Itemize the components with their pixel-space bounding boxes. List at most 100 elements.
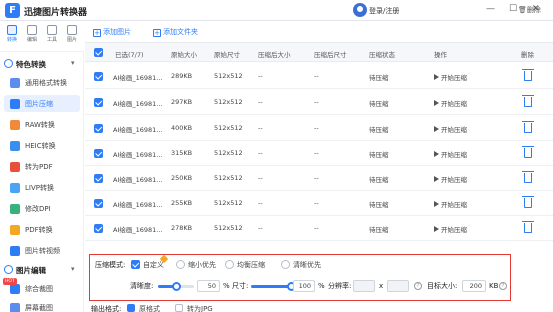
user-avatar-icon[interactable]: [353, 3, 367, 17]
row-checkbox[interactable]: [94, 124, 103, 133]
mode-balanced-radio[interactable]: [225, 260, 234, 269]
start-compress-button[interactable]: 开始压缩: [434, 72, 467, 82]
orig-dims: 512x512: [214, 149, 243, 157]
trash-icon[interactable]: [522, 69, 534, 81]
mode-clarity-label[interactable]: 清晰优先: [293, 260, 321, 270]
table-row[interactable]: AI绘画_16981... 297KB 512x512 -- -- 待压缩 开始压缩: [85, 90, 553, 115]
col-comp-size: 压缩后大小: [258, 51, 291, 59]
tab-image-label: 图片: [66, 37, 77, 43]
mode-smaller-radio[interactable]: [176, 260, 185, 269]
row-checkbox[interactable]: [94, 174, 103, 183]
row-checkbox[interactable]: [94, 199, 103, 208]
sidebar-item-screenshot[interactable]: 屏幕截图: [4, 299, 80, 312]
maximize-icon[interactable]: ☐: [509, 4, 517, 14]
sidebar-item-label: 图片压缩: [25, 100, 53, 108]
file-name: AI绘画_16981...: [113, 100, 163, 108]
output-original-radio[interactable]: [127, 304, 135, 312]
output-original-label[interactable]: 原格式: [139, 304, 160, 312]
status-text: 待压缩: [369, 226, 389, 234]
table-row[interactable]: AI绘画_16981... 400KB 512x512 -- -- 待压缩 开始压缩: [85, 116, 553, 141]
table-row[interactable]: AI绘画_16981... 250KB 512x512 -- -- 待压缩 开始压缩: [85, 166, 553, 191]
status-text: 待压缩: [369, 74, 389, 82]
start-compress-button[interactable]: 开始压缩: [434, 199, 467, 209]
start-compress-button[interactable]: 开始压缩: [434, 174, 467, 184]
section-image-edit[interactable]: 图片编辑 ▾: [4, 265, 75, 276]
mode-smaller-label[interactable]: 缩小优先: [188, 260, 216, 270]
start-compress-button[interactable]: 开始压缩: [434, 149, 467, 159]
row-checkbox[interactable]: [94, 224, 103, 233]
tools-icon: [47, 25, 57, 35]
table-row[interactable]: AI绘画_16981... 289KB 512x512 -- -- 待压缩 开始压缩: [85, 64, 553, 89]
title-bar: F 迅捷图片转换器 登录/注册 — ☐ ✕: [0, 0, 553, 21]
trash-icon[interactable]: [522, 221, 534, 233]
play-icon: [434, 126, 439, 132]
delete-all-button[interactable]: 🗑删除: [518, 5, 541, 15]
output-jpg-radio[interactable]: [175, 304, 183, 312]
file-name: AI绘画_16981...: [113, 176, 163, 184]
start-compress-label: 开始压缩: [441, 151, 467, 159]
sidebar-item-to-pdf[interactable]: 转为PDF: [4, 158, 80, 175]
login-link[interactable]: 登录/注册: [369, 6, 399, 16]
comp-dims: --: [314, 98, 319, 106]
output-jpg-label[interactable]: 转为JPG: [187, 304, 213, 312]
trash-icon[interactable]: [522, 146, 534, 158]
mode-custom-radio[interactable]: [131, 260, 140, 269]
clarity-input[interactable]: 50: [197, 280, 220, 292]
start-compress-button[interactable]: 开始压缩: [434, 224, 467, 234]
start-compress-button[interactable]: 开始压缩: [434, 124, 467, 134]
start-compress-button[interactable]: 开始压缩: [434, 98, 467, 108]
row-checkbox[interactable]: [94, 72, 103, 81]
tab-image[interactable]: 图片: [63, 25, 81, 43]
mode-clarity-radio[interactable]: [281, 260, 290, 269]
sidebar-item-heic[interactable]: HEIC转换: [4, 137, 80, 154]
resolution-help-icon[interactable]: ?: [414, 282, 422, 290]
delete-all-label: 删除: [526, 6, 541, 14]
sidebar-item-label: HEIC转换: [25, 142, 56, 150]
size-slider[interactable]: [251, 282, 296, 291]
trash-icon[interactable]: [522, 121, 534, 133]
sidebar-item-image-compress[interactable]: 图片压缩: [4, 95, 80, 112]
trash-icon[interactable]: [522, 196, 534, 208]
sidebar-item-dpi[interactable]: 修改DPI: [4, 200, 80, 217]
screenshot-icon: [10, 303, 20, 312]
section-special-convert[interactable]: 特色转换 ▾: [4, 59, 75, 70]
sidebar-item-raw[interactable]: RAW转换: [4, 116, 80, 133]
resolution-width-input[interactable]: [353, 280, 375, 292]
orig-size: 400KB: [171, 124, 193, 132]
app-title: 迅捷图片转换器: [24, 8, 88, 18]
add-folder-button[interactable]: + 添加文件夹: [153, 27, 198, 37]
minimize-icon[interactable]: —: [486, 4, 495, 14]
row-checkbox[interactable]: [94, 98, 103, 107]
sidebar-item-label: 通用格式转换: [25, 79, 67, 87]
sidebar-item-label: 转为PDF: [25, 163, 53, 171]
sidebar-item-general-convert[interactable]: 通用格式转换: [4, 74, 80, 91]
select-all-checkbox[interactable]: [94, 48, 103, 57]
start-compress-label: 开始压缩: [441, 126, 467, 134]
trash-icon[interactable]: [522, 95, 534, 107]
dpi-icon: [10, 204, 20, 214]
resolution-height-input[interactable]: [387, 280, 409, 292]
col-action: 操作: [434, 51, 447, 59]
sidebar-item-image-to-video[interactable]: 图片转视频: [4, 242, 80, 259]
target-size-help-icon[interactable]: ?: [499, 282, 507, 290]
mode-custom-label[interactable]: 自定义: [143, 260, 164, 270]
sidebar-item-pdf-convert[interactable]: PDF转换: [4, 221, 80, 238]
tab-tools[interactable]: 工具: [43, 25, 61, 43]
tab-convert[interactable]: 转换: [3, 25, 21, 43]
resolution-label: 分辨率:: [328, 282, 352, 290]
sidebar-item-livp[interactable]: LIVP转换: [4, 179, 80, 196]
trash-icon[interactable]: [522, 171, 534, 183]
target-size-input[interactable]: 200: [462, 280, 486, 292]
add-image-label: 添加图片: [103, 28, 131, 36]
add-image-button[interactable]: + 添加图片: [93, 27, 131, 37]
size-input[interactable]: 100: [293, 280, 315, 292]
row-checkbox[interactable]: [94, 149, 103, 158]
tab-edit[interactable]: 编辑: [23, 25, 41, 43]
table-row[interactable]: AI绘画_16981... 255KB 512x512 -- -- 待压缩 开始压缩: [85, 191, 553, 216]
clarity-slider[interactable]: [158, 282, 194, 291]
orig-size: 250KB: [171, 174, 193, 182]
table-row[interactable]: AI绘画_16981... 315KB 512x512 -- -- 待压缩 开始压缩: [85, 141, 553, 166]
table-row[interactable]: AI绘画_16981... 278KB 512x512 -- -- 待压缩 开始压缩: [85, 216, 553, 241]
mode-balanced-label[interactable]: 均衡压缩: [237, 260, 265, 270]
clarity-slider-handle[interactable]: [171, 282, 181, 291]
